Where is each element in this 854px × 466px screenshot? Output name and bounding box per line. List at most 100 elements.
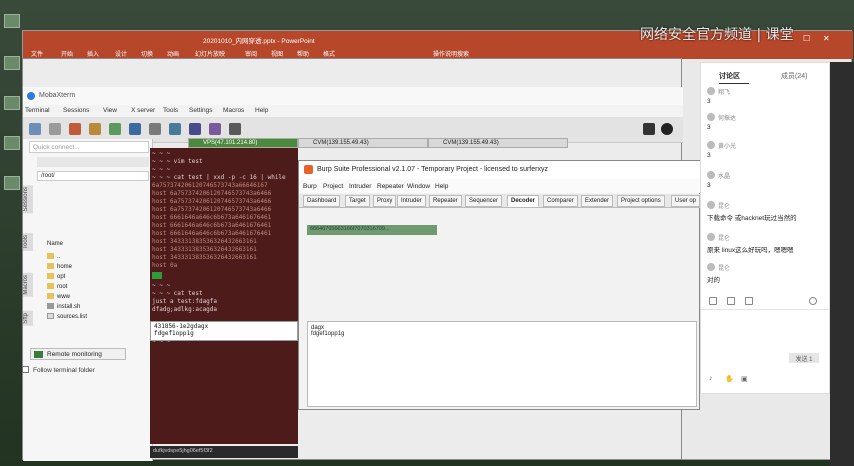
tunneling-icon[interactable]: [189, 123, 201, 135]
remote-monitoring-button[interactable]: Remote monitoring: [30, 348, 126, 360]
burp-tab-target[interactable]: Target: [345, 195, 370, 207]
ribbon-tab-animations[interactable]: 动画: [167, 49, 179, 58]
split-icon[interactable]: [149, 123, 161, 135]
sidebar-tab-tools[interactable]: Tools: [23, 233, 33, 252]
ribbon-tab-home[interactable]: 开始: [61, 49, 73, 58]
decoder-input[interactable]: 66646765663166f7070316709...: [307, 225, 437, 235]
follow-terminal-folder-checkbox[interactable]: Follow terminal folder: [22, 366, 95, 374]
terminal-pane[interactable]: ~ ~ ~ ~ ~ ~ vim test ~ ~ ~ ~ ~ ~ cat tes…: [150, 148, 298, 444]
sftp-path-input[interactable]: /root/: [37, 171, 149, 181]
cursor-block: [152, 272, 162, 279]
maximize-icon[interactable]: ☐: [803, 34, 810, 43]
ribbon-tab-transitions[interactable]: 切换: [141, 49, 153, 58]
decoder-output[interactable]: dagx fdgef1opp1g: [307, 321, 697, 407]
terminal-tab-cvm-2[interactable]: CVM(139.155.49.43): [428, 138, 568, 148]
ribbon-tab-review[interactable]: 审阅: [245, 49, 257, 58]
quick-connect-input[interactable]: Quick connect...: [29, 141, 149, 153]
ribbon-tab-view[interactable]: 视图: [271, 49, 283, 58]
menu-view[interactable]: View: [103, 107, 117, 114]
file-list-item[interactable]: install.sh: [47, 303, 80, 310]
burp-tab-decoder[interactable]: Decoder: [507, 195, 540, 207]
burp-tab-sequencer[interactable]: Sequencer: [465, 195, 503, 207]
burp-menu-project[interactable]: Project: [323, 183, 343, 190]
history-icon[interactable]: [809, 297, 817, 305]
burp-tab-comparer[interactable]: Comparer: [543, 195, 578, 207]
menu-macros[interactable]: Macros: [223, 107, 244, 114]
menu-help[interactable]: Help: [255, 107, 268, 114]
image-icon[interactable]: [727, 297, 735, 305]
xserver-icon[interactable]: [643, 123, 655, 135]
terminal-tab-vps[interactable]: VPS(47.101.214.80): [188, 138, 298, 148]
ribbon-tab-slideshow[interactable]: 幻灯片放映: [195, 49, 225, 58]
tab-members[interactable]: 成员(24): [781, 71, 807, 81]
burp-tab-intruder[interactable]: Intruder: [397, 195, 426, 207]
desktop-icon[interactable]: [4, 136, 20, 150]
burp-tab-project-options[interactable]: Project options: [617, 195, 665, 207]
desktop-icon[interactable]: [4, 176, 20, 190]
mic-icon[interactable]: ♪: [709, 375, 713, 382]
chat-input[interactable]: [705, 313, 825, 349]
servers-icon[interactable]: [49, 123, 61, 135]
emoji-icon[interactable]: [709, 297, 717, 305]
desktop-icon[interactable]: [4, 96, 20, 110]
burp-menu-burp[interactable]: Burp: [303, 183, 317, 190]
terminal-line: just a test:fdagfa: [152, 298, 218, 305]
burp-menu-repeater[interactable]: Repeater: [377, 183, 404, 190]
tools-icon[interactable]: [69, 123, 81, 135]
menu-terminal[interactable]: Terminal: [25, 107, 50, 114]
chat-message: 昆仑 原来 linux这么好玩吗，嗯嗯嗯: [707, 233, 825, 254]
tab-discussion[interactable]: 讨论区: [719, 71, 740, 81]
file-list-item[interactable]: home: [47, 263, 72, 270]
ribbon-tab-insert[interactable]: 插入: [87, 49, 99, 58]
screenshot-icon[interactable]: [745, 297, 753, 305]
packages-icon[interactable]: [209, 123, 221, 135]
sidebar-tab-sessions[interactable]: Sessions: [23, 185, 33, 214]
file-list-item[interactable]: www: [47, 293, 70, 300]
help-icon[interactable]: [229, 123, 241, 135]
burp-window: Burp Suite Professional v2.1.07 - Tempor…: [298, 160, 701, 410]
terminal-tab-cvm-1[interactable]: CVM(139.155.49.43): [298, 138, 428, 148]
menu-settings[interactable]: Settings: [189, 107, 213, 114]
burp-tab-proxy[interactable]: Proxy: [373, 195, 397, 207]
send-button[interactable]: 发送 1: [789, 353, 819, 363]
ribbon-tab-design[interactable]: 设计: [115, 49, 127, 58]
chat-message: 黄小光 3: [707, 141, 825, 159]
burp-menu-intruder[interactable]: Intruder: [349, 183, 371, 190]
sessions-icon[interactable]: [109, 123, 121, 135]
burp-menu-window[interactable]: Window: [407, 183, 430, 190]
burp-tab-dashboard[interactable]: Dashboard: [303, 195, 341, 207]
close-icon[interactable]: ✕: [823, 34, 830, 43]
games-icon[interactable]: [89, 123, 101, 135]
burp-tab-user-options[interactable]: User op: [671, 195, 701, 207]
menu-xserver[interactable]: X server: [131, 107, 155, 114]
checkbox-icon: [22, 366, 29, 373]
avatar: [707, 263, 715, 271]
sidebar-tab-sftp[interactable]: Sftp: [23, 311, 33, 326]
desktop-icon[interactable]: [4, 14, 20, 28]
burp-tab-repeater[interactable]: Repeater: [429, 195, 462, 207]
folder-icon: [47, 263, 54, 269]
menu-tools[interactable]: Tools: [163, 107, 178, 114]
file-list-item[interactable]: sources.list: [47, 313, 87, 320]
ribbon-tab-file[interactable]: 文件: [31, 49, 43, 58]
camera-icon[interactable]: ▣: [741, 375, 748, 383]
ribbon-tab-help[interactable]: 帮助: [297, 49, 309, 58]
burp-menu-help[interactable]: Help: [435, 183, 448, 190]
file-list-item[interactable]: opt: [47, 273, 65, 280]
sidebar-tab-macros[interactable]: Macros: [23, 273, 33, 297]
file-list-header[interactable]: Name: [47, 241, 63, 247]
ribbon-search[interactable]: 操作说明搜索: [433, 49, 469, 58]
ribbon-tab-format[interactable]: 格式: [323, 49, 335, 58]
burp-tab-extender[interactable]: Extender: [581, 195, 614, 207]
session-icon[interactable]: [29, 123, 41, 135]
hand-icon[interactable]: ✋: [725, 375, 734, 383]
view-icon[interactable]: [129, 123, 141, 135]
file-list-item[interactable]: ..: [47, 253, 60, 260]
burp-menubar: Burp Project Intruder Repeater Window He…: [299, 179, 701, 193]
powerpoint-title: 20201010_内网穿透.pptx - PowerPoint: [203, 38, 315, 45]
desktop-icon[interactable]: [4, 56, 20, 70]
file-list-item[interactable]: root: [47, 283, 67, 290]
multiexec-icon[interactable]: [169, 123, 181, 135]
exit-icon[interactable]: [661, 123, 673, 135]
menu-sessions[interactable]: Sessions: [63, 107, 89, 114]
